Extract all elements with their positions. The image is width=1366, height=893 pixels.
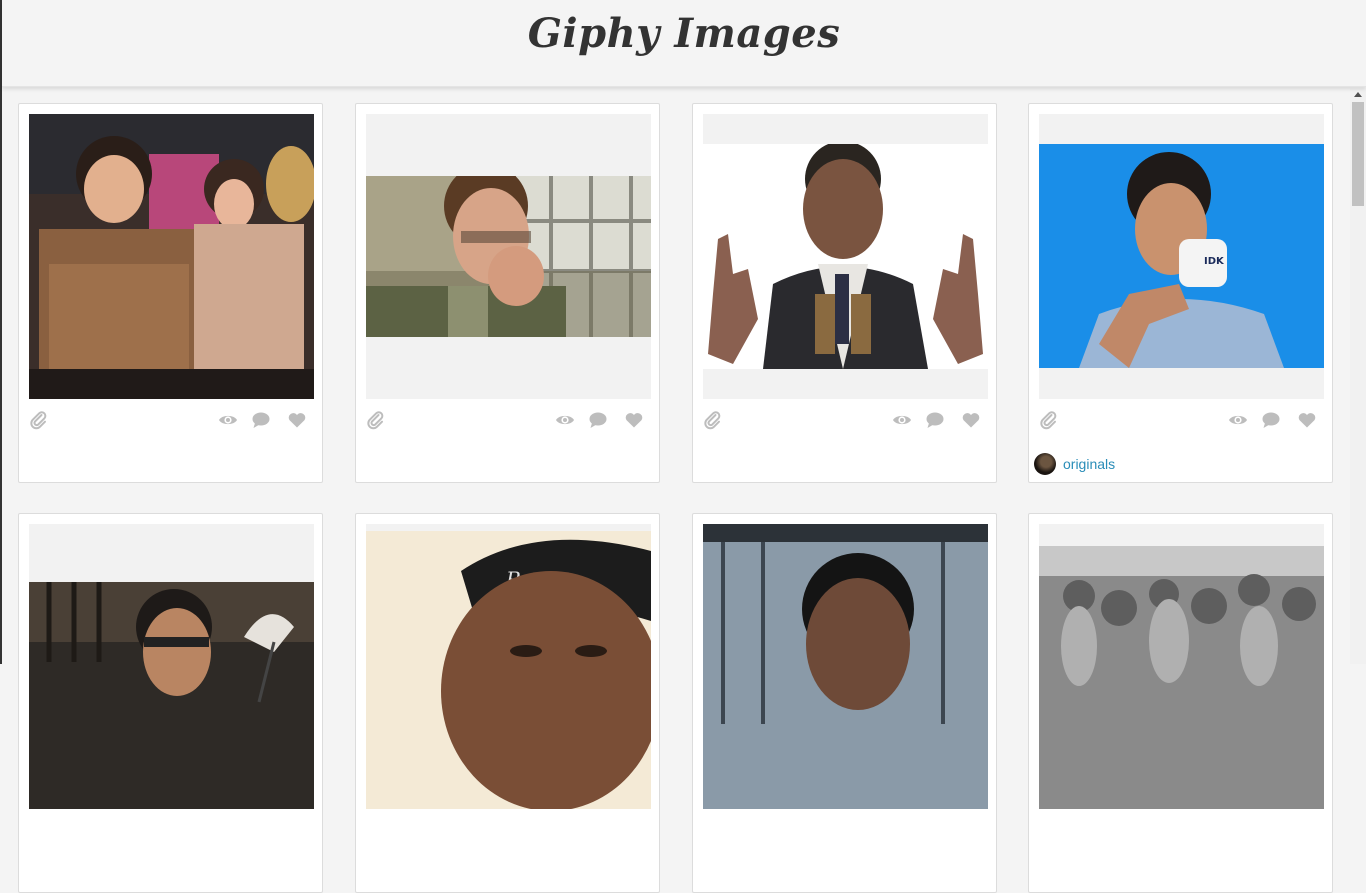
- gif-image: [29, 582, 314, 809]
- gif-thumbnail[interactable]: [29, 114, 314, 399]
- eye-icon[interactable]: [218, 410, 238, 430]
- scroll-thumb[interactable]: [1352, 102, 1364, 206]
- paperclip-icon[interactable]: [1039, 410, 1059, 430]
- comment-icon[interactable]: [925, 410, 945, 430]
- gif-card: [18, 513, 323, 893]
- vertical-scrollbar[interactable]: [1350, 88, 1366, 664]
- gif-image: [703, 524, 988, 809]
- gif-thumbnail[interactable]: [366, 114, 651, 399]
- paperclip-icon[interactable]: [366, 410, 386, 430]
- gif-card: [1028, 513, 1333, 893]
- site-header: Giphy Images: [2, 0, 1366, 87]
- eye-icon[interactable]: [1228, 410, 1248, 430]
- comment-icon[interactable]: [251, 410, 271, 430]
- comment-icon[interactable]: [1261, 410, 1281, 430]
- heart-icon[interactable]: [287, 410, 307, 430]
- eye-icon[interactable]: [555, 410, 575, 430]
- gif-image: [29, 114, 314, 399]
- card-actions: [1039, 410, 1324, 430]
- card-actions: [29, 410, 314, 430]
- comment-icon[interactable]: [588, 410, 608, 430]
- heart-icon[interactable]: [624, 410, 644, 430]
- card-actions: [703, 410, 988, 430]
- svg-text:IDK: IDK: [1204, 256, 1225, 267]
- heart-icon[interactable]: [1297, 410, 1317, 430]
- gif-card: [355, 103, 660, 483]
- gif-image: [703, 144, 988, 369]
- gif-card: IDK originals: [1028, 103, 1333, 483]
- gif-thumbnail[interactable]: [703, 114, 988, 399]
- card-actions: [366, 410, 651, 430]
- gif-card: Ruggs: [355, 513, 660, 893]
- paperclip-icon[interactable]: [29, 410, 49, 430]
- eye-icon[interactable]: [892, 410, 912, 430]
- scroll-up-arrow[interactable]: [1354, 92, 1362, 97]
- author-link[interactable]: originals: [1063, 456, 1115, 472]
- gif-image: IDK: [1039, 144, 1324, 368]
- author-info: originals: [1034, 452, 1115, 476]
- gif-thumbnail[interactable]: Ruggs: [366, 524, 651, 809]
- heart-icon[interactable]: [961, 410, 981, 430]
- gif-image: [366, 176, 651, 337]
- gif-thumbnail[interactable]: [1039, 524, 1324, 809]
- author-avatar[interactable]: [1034, 453, 1056, 475]
- gif-image: Ruggs: [366, 531, 651, 809]
- page-title: Giphy Images: [527, 10, 841, 57]
- gif-card: [692, 103, 997, 483]
- gif-card: [18, 103, 323, 483]
- gif-card: [692, 513, 997, 893]
- gif-thumbnail[interactable]: [29, 524, 314, 809]
- gif-image: [1039, 546, 1324, 809]
- gif-thumbnail[interactable]: IDK: [1039, 114, 1324, 399]
- gif-thumbnail[interactable]: [703, 524, 988, 809]
- paperclip-icon[interactable]: [703, 410, 723, 430]
